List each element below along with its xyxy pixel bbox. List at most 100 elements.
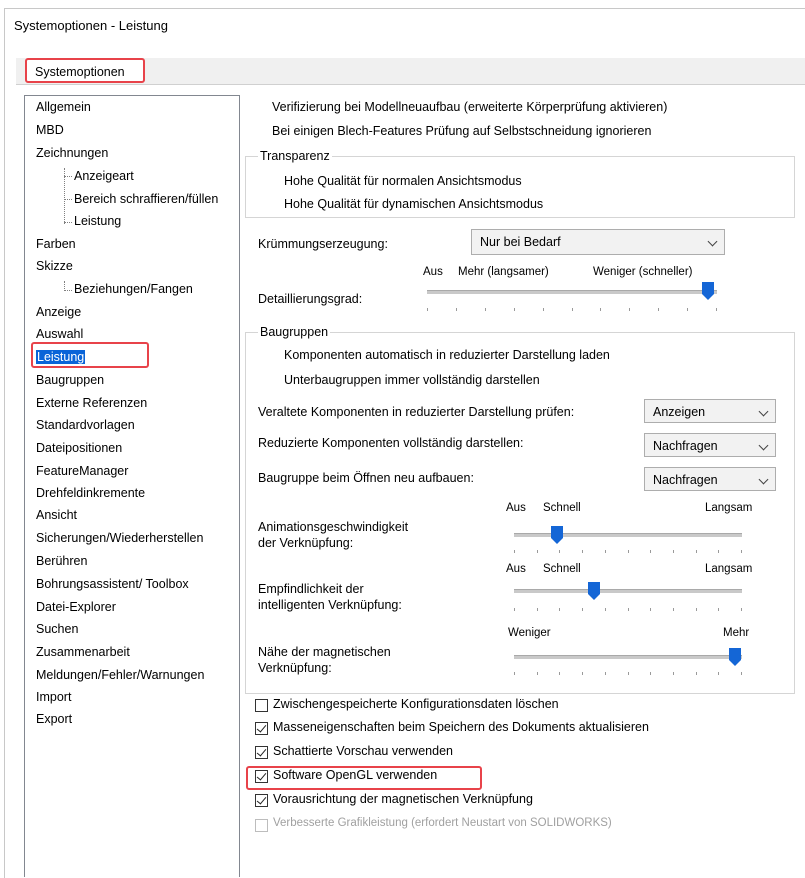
tree-line	[64, 199, 72, 200]
sidebar-item[interactable]: Anzeigeart	[74, 169, 134, 183]
sidebar-item[interactable]: Baugruppen	[36, 373, 104, 387]
slider-tick	[514, 550, 515, 553]
anim-slider-thumb[interactable]	[551, 526, 564, 544]
checkbox-label[interactable]: Schattierte Vorschau verwenden	[273, 744, 453, 758]
sidebar-item[interactable]: Import	[36, 690, 71, 704]
sheetmetal-text[interactable]: Bei einigen Blech-Features Prüfung auf S…	[272, 124, 651, 138]
sidebar-item[interactable]: Farben	[36, 237, 76, 251]
sidebar-item-label: Leistung	[36, 350, 86, 364]
curvature-value: Nur bei Bedarf	[480, 235, 561, 249]
sidebar-item-label: Anzeigeart	[74, 169, 134, 183]
sidebar-item[interactable]: Skizze	[36, 259, 73, 273]
slider-tick	[628, 608, 629, 611]
transparency-normal-text[interactable]: Hohe Qualität für normalen Ansichtsmodus	[284, 174, 522, 188]
checkbox[interactable]	[255, 746, 268, 759]
curvature-select[interactable]: Nur bei Bedarf	[471, 229, 725, 255]
checkbox[interactable]	[255, 794, 268, 807]
magnetic-ticks	[514, 672, 742, 675]
sidebar-item[interactable]: Dateipositionen	[36, 441, 122, 455]
sidebar-item[interactable]: Beziehungen/Fangen	[74, 282, 193, 296]
chevron-down-icon	[707, 236, 718, 247]
anim-label-1: Animationsgeschwindigkeit	[258, 520, 409, 534]
tab-systemoptionen[interactable]: Systemoptionen	[25, 58, 145, 83]
sidebar-item[interactable]: Bereich schraffieren/füllen	[74, 192, 218, 206]
sidebar-item[interactable]: FeatureManager	[36, 464, 128, 478]
smartmate-slider-thumb[interactable]	[587, 582, 600, 600]
sidebar-item[interactable]: Standardvorlagen	[36, 418, 135, 432]
sidebar-item-label: Zusammenarbeit	[36, 645, 130, 659]
slider-tick	[650, 608, 651, 611]
window-title: Systemoptionen - Leistung	[14, 18, 168, 33]
rebuild-select[interactable]: Nachfragen	[644, 467, 776, 491]
slider-tick	[628, 550, 629, 553]
sidebar-item[interactable]: Anzeige	[36, 305, 81, 319]
checkbox	[255, 819, 268, 832]
detail-slider-thumb[interactable]	[702, 282, 715, 300]
sidebar-item[interactable]: Externe Referenzen	[36, 396, 147, 410]
anim-ticks	[514, 550, 742, 553]
sidebar-item-label: Datei-Explorer	[36, 600, 116, 614]
slider-tick	[741, 550, 742, 553]
slider-tick	[718, 672, 719, 675]
magnetic-slider-thumb[interactable]	[729, 648, 742, 666]
assemblies-legend: Baugruppen	[258, 325, 331, 339]
checkbox-label[interactable]: Zwischengespeicherte Konfigurationsdaten…	[273, 697, 559, 711]
transparency-legend: Transparenz	[258, 149, 332, 163]
sidebar-item[interactable]: Leistung	[74, 214, 121, 228]
checkbox[interactable]	[255, 770, 268, 783]
auto-load-text[interactable]: Komponenten automatisch in reduzierter D…	[284, 348, 610, 362]
sidebar-item[interactable]: Datei-Explorer	[36, 600, 116, 614]
resolve-select[interactable]: Nachfragen	[644, 433, 776, 457]
slider-tick	[537, 550, 538, 553]
sidebar-item[interactable]: Bohrungsassistent/ Toolbox	[36, 577, 189, 591]
sidebar-item-label: Bereich schraffieren/füllen	[74, 192, 219, 206]
sidebar-item-label: FeatureManager	[36, 464, 129, 478]
magnetic-less-label: Weniger	[508, 627, 551, 639]
chevron-down-icon	[758, 474, 769, 485]
detail-more-label: Mehr (langsamer)	[458, 266, 549, 278]
slider-tick	[673, 608, 674, 611]
sidebar-item-label: Import	[36, 690, 72, 704]
slider-tick	[582, 672, 583, 675]
sidebar-item[interactable]: Ansicht	[36, 508, 77, 522]
slider-tick	[514, 608, 515, 611]
checkbox-label[interactable]: Masseneigenschaften beim Speichern des D…	[273, 720, 649, 734]
sidebar-item[interactable]: Sicherungen/Wiederherstellen	[36, 531, 203, 545]
magnetic-label-2: Verknüpfung:	[258, 661, 332, 675]
sidebar-item[interactable]: Auswahl	[36, 327, 83, 341]
sidebar-item[interactable]: Berühren	[36, 554, 87, 568]
resolve-label: Reduzierte Komponenten vollständig darst…	[258, 436, 524, 450]
sidebar-item[interactable]: Meldungen/Fehler/Warnungen	[36, 668, 204, 682]
slider-tick	[427, 308, 428, 311]
magnetic-more-label: Mehr	[723, 627, 750, 639]
rebuild-label: Baugruppe beim Öffnen neu aufbauen:	[258, 471, 474, 485]
sidebar-item[interactable]: Zeichnungen	[36, 146, 108, 160]
sidebar-item-label: MBD	[36, 123, 64, 137]
slider-tick	[605, 672, 606, 675]
sidebar-item[interactable]: Zusammenarbeit	[36, 645, 130, 659]
subassemblies-text[interactable]: Unterbaugruppen immer vollständig darste…	[284, 373, 540, 387]
slider-tick	[628, 672, 629, 675]
slider-tick	[696, 672, 697, 675]
verify-rebuild-text[interactable]: Verifizierung bei Modellneuaufbau (erwei…	[272, 100, 667, 114]
sidebar-item-label: Allgemein	[36, 100, 91, 114]
checkbox[interactable]	[255, 722, 268, 735]
slider-tick	[485, 308, 486, 311]
sidebar-item-label: Externe Referenzen	[36, 396, 148, 410]
sidebar-item[interactable]: MBD	[36, 123, 64, 137]
sidebar-item[interactable]: Suchen	[36, 622, 78, 636]
slider-tick	[537, 608, 538, 611]
sidebar-item[interactable]: Drehfeldinkremente	[36, 486, 145, 500]
sidebar-item-label: Berühren	[36, 554, 88, 568]
sidebar-item-label: Zeichnungen	[36, 146, 109, 160]
transparency-dynamic-text[interactable]: Hohe Qualität für dynamischen Ansichtsmo…	[284, 197, 543, 211]
sidebar-item[interactable]: Allgemein	[36, 100, 91, 114]
sidebar-item[interactable]: Export	[36, 712, 72, 726]
checkbox-label[interactable]: Vorausrichtung der magnetischen Verknüpf…	[273, 792, 533, 806]
slider-tick	[559, 608, 560, 611]
check-outdated-select[interactable]: Anzeigen	[644, 399, 776, 423]
checkbox-label[interactable]: Software OpenGL verwenden	[273, 768, 437, 782]
tree-line	[64, 290, 72, 291]
sidebar-item[interactable]: Leistung	[36, 350, 86, 364]
checkbox[interactable]	[255, 699, 268, 712]
